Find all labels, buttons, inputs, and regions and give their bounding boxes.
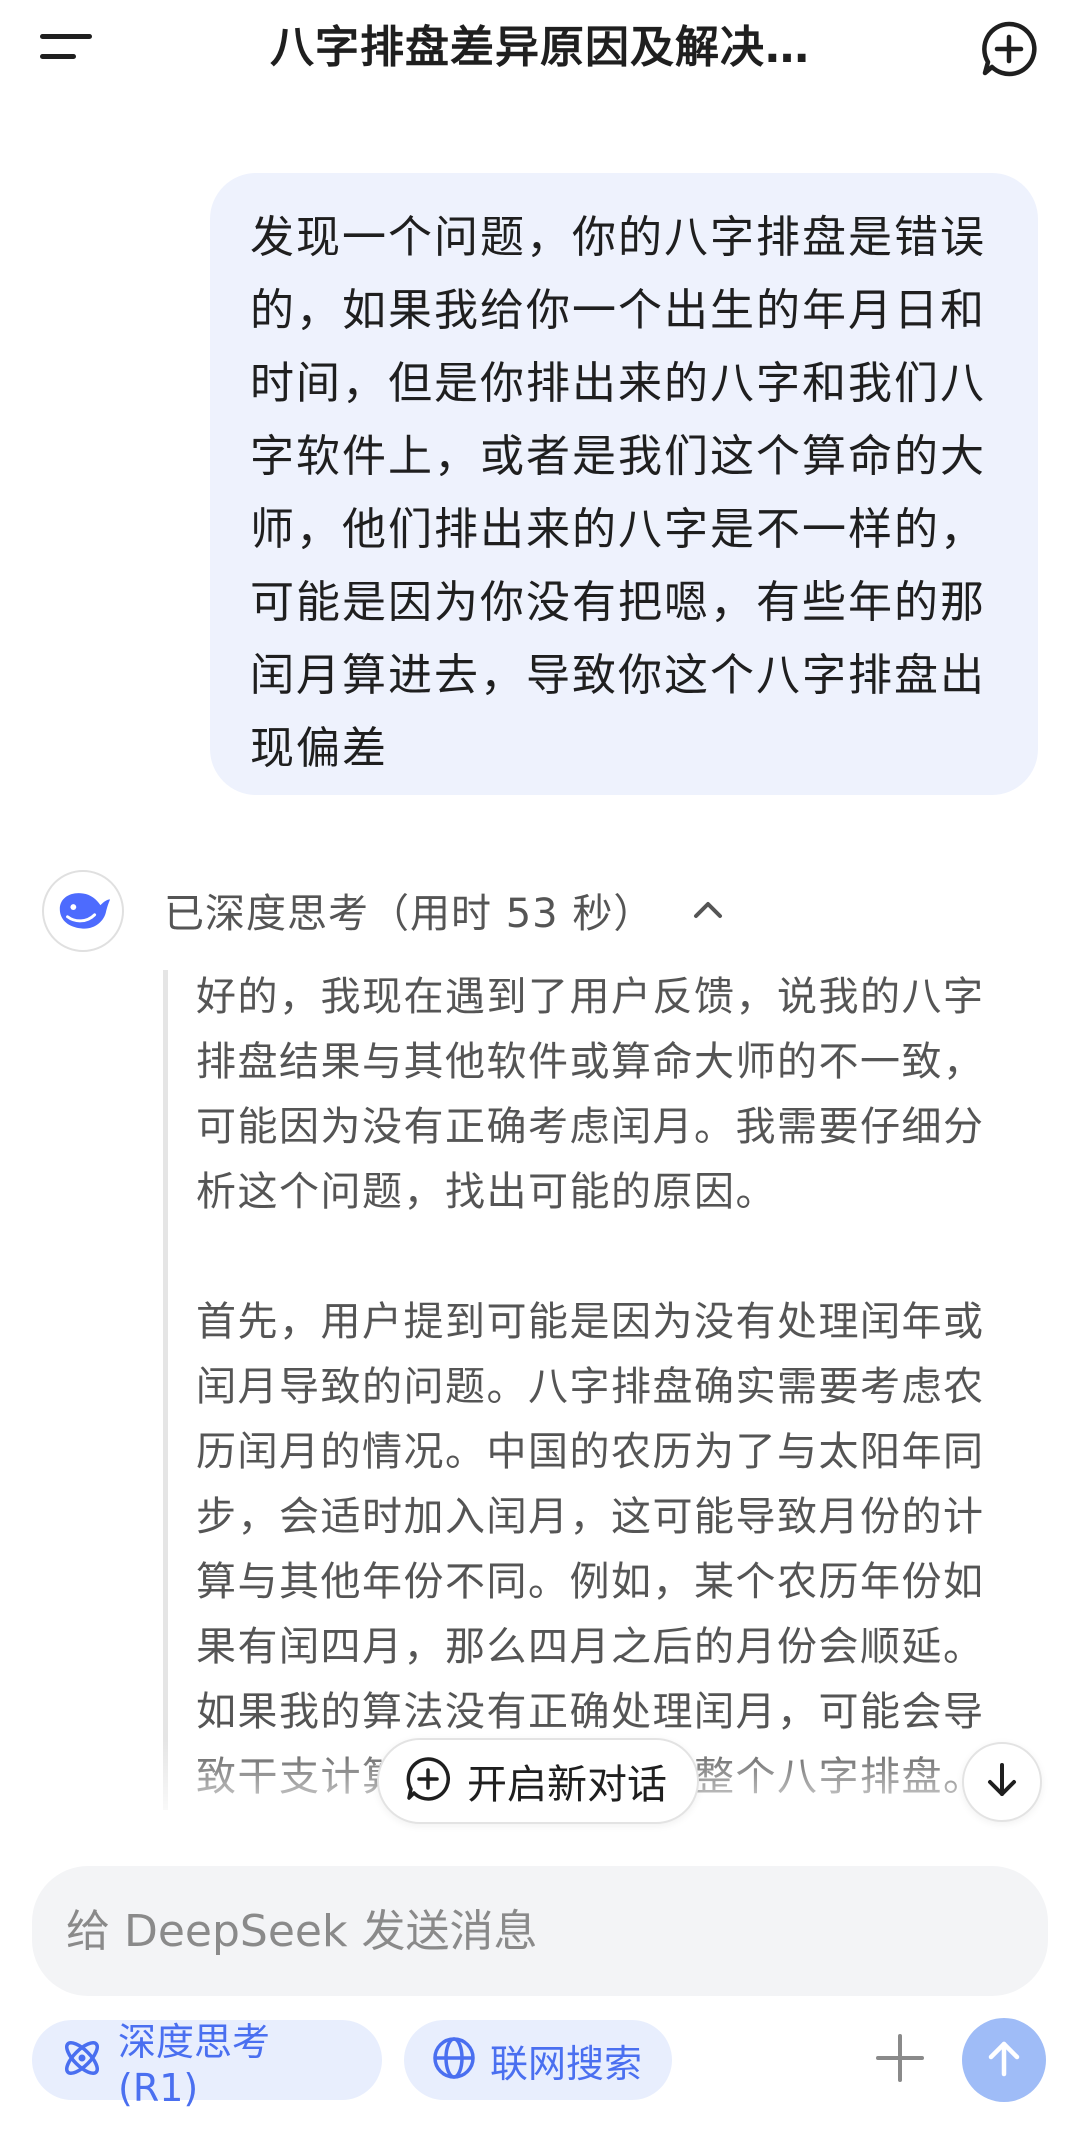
chevron-up-icon bbox=[690, 892, 726, 928]
message-composer bbox=[32, 1866, 1048, 1996]
conversation-title: 八字排盘差异原因及解决… bbox=[270, 22, 810, 73]
deep-think-toggle[interactable]: 深度思考 (R1) bbox=[32, 2020, 382, 2110]
user-message-text: 发现一个问题，你的八字排盘是错误的，如果我给你一个出生的年月日和时间，但是你排出… bbox=[250, 212, 986, 774]
new-chat-icon[interactable] bbox=[980, 20, 1038, 78]
user-message-bubble: 发现一个问题，你的八字排盘是错误的，如果我给你一个出生的年月日和时间，但是你排出… bbox=[210, 173, 1038, 795]
send-button[interactable] bbox=[962, 2018, 1046, 2102]
whale-logo-icon bbox=[54, 880, 112, 942]
menu-icon[interactable] bbox=[40, 28, 100, 68]
chat-plus-icon bbox=[405, 1756, 451, 1806]
web-search-toggle[interactable]: 联网搜索 bbox=[404, 2020, 672, 2100]
arrow-down-icon bbox=[982, 1760, 1022, 1804]
scroll-down-button[interactable] bbox=[962, 1742, 1042, 1822]
atom-icon bbox=[58, 2034, 106, 2086]
thinking-paragraph: 首先，用户提到可能是因为没有处理闰年或闰月导致的问题。八字排盘确实需要考虑农历闰… bbox=[196, 1299, 985, 1800]
attach-plus-icon[interactable] bbox=[872, 2030, 928, 2086]
new-chat-label: 开启新对话 bbox=[467, 1762, 667, 1808]
globe-icon bbox=[430, 2034, 478, 2086]
thinking-paragraph: 好的，我现在遇到了用户反馈，说我的八字排盘结果与其他软件或算命大师的不一致，可能… bbox=[196, 974, 985, 1215]
arrow-up-icon bbox=[982, 2036, 1026, 2084]
message-input[interactable] bbox=[64, 1904, 988, 1958]
thinking-toggle[interactable]: 已深度思考（用时 53 秒） bbox=[164, 880, 726, 940]
new-chat-button[interactable]: 开启新对话 bbox=[377, 1738, 699, 1824]
thinking-label: 已深度思考（用时 53 秒） bbox=[164, 891, 655, 937]
deep-think-label: 深度思考 (R1) bbox=[118, 2019, 271, 2110]
assistant-avatar bbox=[42, 870, 124, 952]
web-search-label: 联网搜索 bbox=[490, 2041, 643, 2086]
thinking-content: 好的，我现在遇到了用户反馈，说我的八字排盘结果与其他软件或算命大师的不一致，可能… bbox=[196, 965, 1022, 1815]
top-bar: 八字排盘差异原因及解决… bbox=[0, 0, 1080, 110]
thinking-divider bbox=[163, 970, 168, 1810]
